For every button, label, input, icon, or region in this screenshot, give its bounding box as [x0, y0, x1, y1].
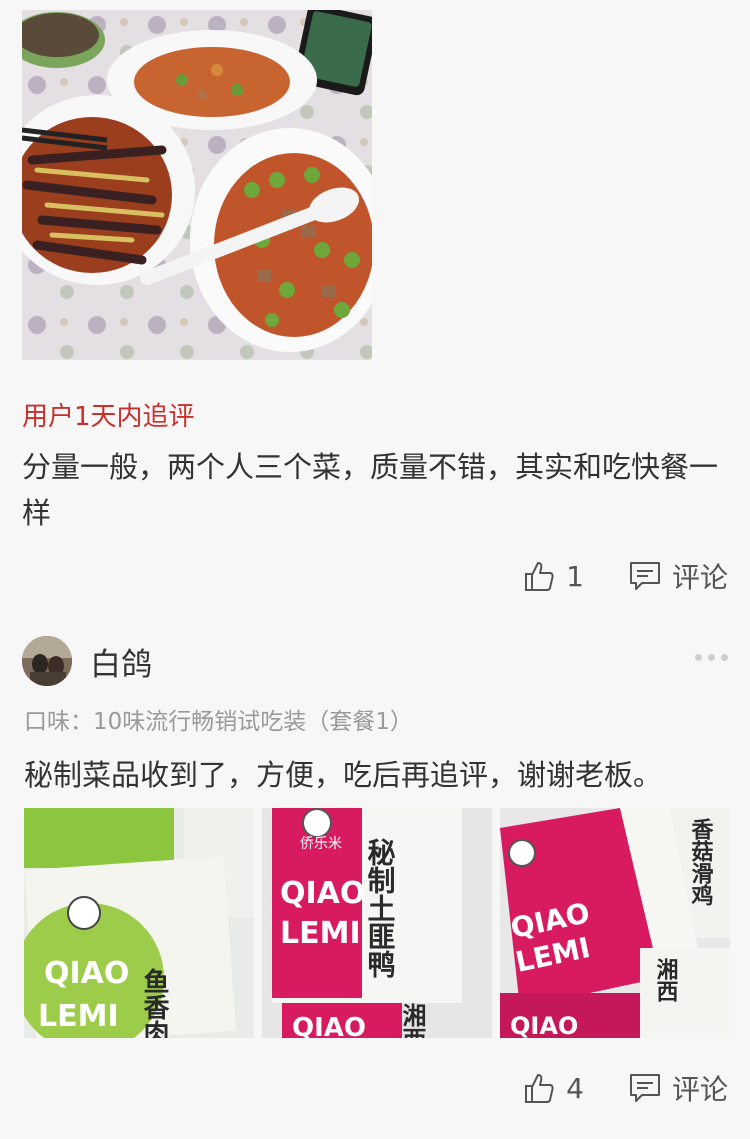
package-photo: 香菇滑鸡 QIAO LEMI QIAO 湘西	[500, 808, 730, 1038]
review-photo-thumb[interactable]: 侨乐米 QIAO LEMI 秘制土匪鸭 QIAO 湘西	[262, 808, 492, 1038]
svg-text:LEMI: LEMI	[38, 999, 119, 1034]
comment-button[interactable]: 评论	[628, 1068, 728, 1108]
comment-icon	[629, 562, 660, 590]
followup-actions: 1 评论	[522, 556, 728, 596]
svg-text:侨乐米: 侨乐米	[300, 836, 342, 852]
followup-text: 分量一般，两个人三个菜，质量不错，其实和吃快餐一样	[22, 450, 719, 530]
svg-text:QIAO: QIAO	[44, 956, 129, 991]
avatar[interactable]	[22, 636, 72, 686]
review-photo-thumb[interactable]: 香菇滑鸡 QIAO LEMI QIAO 湘西	[500, 808, 730, 1038]
more-dots-icon[interactable]	[695, 654, 728, 661]
svg-text:QIAO: QIAO	[280, 876, 365, 911]
food-photo-illustration	[22, 10, 372, 360]
svg-text:QIAO: QIAO	[510, 1012, 578, 1038]
flavor-spec: 口味：10味流行畅销试吃装（套餐1）	[24, 709, 413, 735]
comment-icon	[629, 1074, 660, 1102]
review-photo[interactable]	[22, 10, 372, 360]
comment-label: 评论	[671, 1073, 728, 1106]
comment-button[interactable]: 评论	[628, 556, 728, 596]
like-count: 4	[566, 1071, 584, 1105]
svg-text:湘西: 湘西	[398, 1003, 426, 1038]
package-photo: 侨乐米 QIAO LEMI 秘制土匪鸭 QIAO 湘西	[262, 808, 492, 1038]
like-button[interactable]: 1	[522, 559, 584, 593]
like-count: 1	[566, 559, 584, 593]
svg-text:湘西: 湘西	[653, 958, 679, 1002]
review-text: 秘制菜品收到了，方便，吃后再追评，谢谢老板。	[24, 758, 663, 792]
thumbs-up-icon	[525, 1074, 554, 1103]
package-photo: QIAO LEMI 鱼香肉	[24, 808, 254, 1038]
svg-text:鱼香肉: 鱼香肉	[139, 968, 169, 1038]
review-photo-thumb[interactable]: QIAO LEMI 鱼香肉	[24, 808, 254, 1038]
review-actions: 4 评论	[522, 1068, 728, 1108]
reviewer-name[interactable]: 白鸽	[90, 639, 152, 684]
comment-label: 评论	[671, 561, 728, 594]
review-photos: QIAO LEMI 鱼香肉 侨乐米 QIAO LEMI 秘制土匪鸭 QIAO 湘…	[24, 808, 730, 1038]
svg-text:QIAO: QIAO	[292, 1013, 366, 1038]
svg-text:LEMI: LEMI	[280, 916, 361, 951]
like-button[interactable]: 4	[522, 1071, 584, 1105]
thumbs-up-icon	[525, 562, 554, 591]
svg-text:香菇滑鸡: 香菇滑鸡	[688, 818, 715, 906]
followup-label: 用户1天内追评	[22, 402, 195, 432]
svg-text:秘制土匪鸭: 秘制土匪鸭	[364, 838, 397, 979]
reviewer-header: 白鸽	[22, 636, 732, 686]
